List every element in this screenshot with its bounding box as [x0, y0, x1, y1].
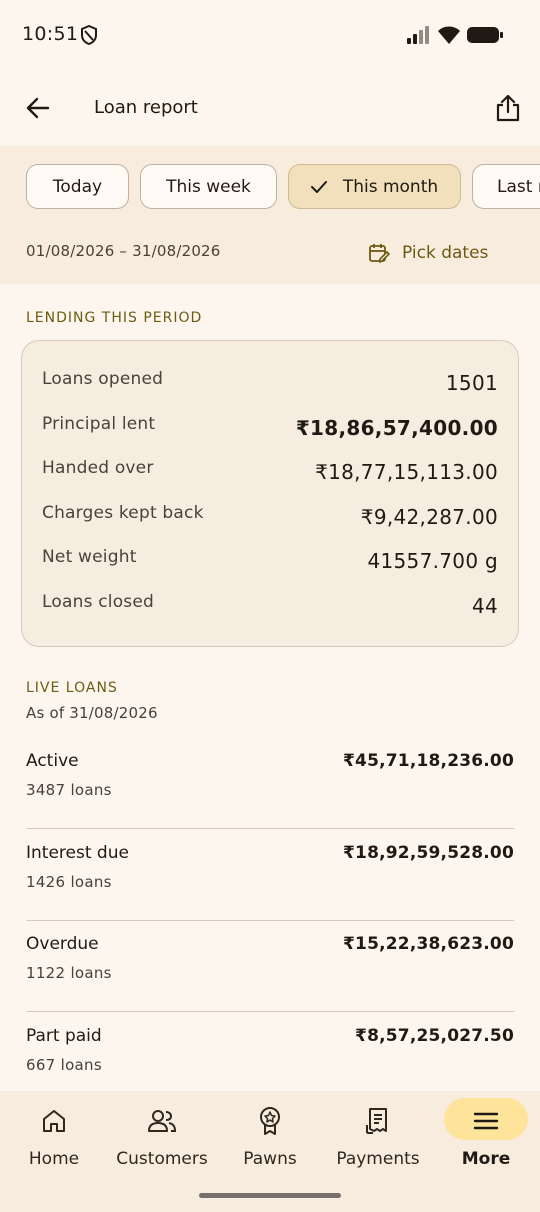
shield-icon	[80, 24, 98, 46]
live-item-overdue[interactable]: Overdue 1122 loans ₹15,22,38,623.00	[26, 920, 514, 1012]
lend-row-loans-opened: Loans opened 1501	[42, 369, 498, 399]
wifi-icon	[437, 25, 461, 45]
as-of-date: As of 31/08/2026	[26, 704, 158, 722]
top-app-bar: Loan report	[0, 70, 540, 146]
live-item-label: Active	[26, 751, 79, 771]
live-item-active[interactable]: Active 3487 loans ₹45,71,18,236.00	[26, 737, 514, 829]
nav-item-more[interactable]: More	[432, 1091, 540, 1191]
receipt-icon	[362, 1105, 394, 1137]
chip-label: This month	[342, 176, 439, 197]
lend-label: Charges kept back	[42, 503, 204, 523]
nav-label: Pawns	[243, 1149, 297, 1169]
chip-label: Last m	[497, 176, 540, 197]
nav-label: Home	[28, 1149, 80, 1169]
lend-row-handed-over: Handed over ₹18,77,15,113.00	[42, 458, 498, 488]
chip-this-month[interactable]: This month	[288, 164, 461, 209]
live-item-amount: ₹8,57,25,027.50	[355, 1026, 514, 1046]
lending-section-header: LENDING THIS PERIOD	[26, 310, 203, 326]
chip-label: Today	[52, 176, 103, 197]
lend-value: ₹18,77,15,113.00	[315, 460, 498, 484]
pick-dates-button[interactable]: Pick dates	[368, 238, 488, 268]
pick-dates-label: Pick dates	[402, 243, 489, 263]
people-icon	[146, 1105, 178, 1137]
lend-label: Handed over	[42, 458, 154, 478]
live-item-amount: ₹15,22,38,623.00	[343, 934, 514, 954]
date-range-text: 01/08/2026 – 31/08/2026	[26, 242, 221, 260]
period-filter-panel: Today This week This month Last m 01/08/…	[0, 146, 540, 284]
battery-icon	[467, 26, 503, 44]
lend-label: Loans closed	[42, 592, 155, 612]
status-bar: 10:51	[0, 0, 540, 70]
status-time: 10:51	[22, 23, 79, 45]
live-item-amount: ₹18,92,59,528.00	[343, 843, 514, 863]
lend-label: Loans opened	[42, 369, 164, 389]
nav-item-customers[interactable]: Customers	[108, 1091, 216, 1191]
chip-last-month[interactable]: Last m	[472, 164, 540, 209]
lend-value: 41557.700 g	[367, 549, 498, 573]
menu-icon	[470, 1105, 502, 1137]
page-title: Loan report	[94, 97, 198, 118]
calendar-edit-icon	[369, 244, 390, 264]
check-icon	[310, 180, 327, 194]
live-item-label: Interest due	[26, 843, 129, 863]
share-icon	[496, 94, 520, 122]
home-indicator[interactable]	[199, 1193, 341, 1198]
home-icon	[38, 1105, 70, 1137]
live-item-amount: ₹45,71,18,236.00	[343, 751, 514, 771]
live-item-interest-due[interactable]: Interest due 1426 loans ₹18,92,59,528.00	[26, 829, 514, 921]
chip-this-week[interactable]: This week	[140, 164, 277, 209]
signal-icon	[406, 26, 432, 44]
lend-value: ₹18,86,57,400.00	[295, 416, 498, 440]
nav-label: Customers	[116, 1149, 208, 1169]
live-item-label: Overdue	[26, 934, 99, 954]
lend-label: Principal lent	[42, 414, 156, 434]
live-item-count: 667 loans	[26, 1056, 102, 1074]
nav-item-pawns[interactable]: Pawns	[216, 1091, 324, 1191]
live-item-count: 1426 loans	[26, 873, 112, 891]
lend-row-charges-kept-back: Charges kept back ₹9,42,287.00	[42, 503, 498, 533]
live-item-count: 3487 loans	[26, 781, 112, 799]
nav-label: More	[461, 1149, 511, 1169]
chip-label: This week	[166, 176, 251, 197]
nav-label: Payments	[336, 1149, 420, 1169]
chip-today[interactable]: Today	[26, 164, 129, 209]
lend-value: ₹9,42,287.00	[360, 505, 498, 529]
share-button[interactable]	[488, 88, 528, 128]
live-loans-section-header: LIVE LOANS	[26, 680, 118, 696]
live-item-label: Part paid	[26, 1026, 102, 1046]
lend-row-principal-lent: Principal lent ₹18,86,57,400.00	[42, 414, 498, 444]
badge-icon	[254, 1105, 286, 1137]
nav-item-home[interactable]: Home	[0, 1091, 108, 1191]
arrow-left-icon	[26, 97, 50, 119]
lend-value: 44	[471, 594, 498, 618]
back-button[interactable]	[18, 88, 58, 128]
nav-item-payments[interactable]: Payments	[324, 1091, 432, 1191]
lend-label: Net weight	[42, 547, 137, 567]
lend-row-net-weight: Net weight 41557.700 g	[42, 547, 498, 577]
lending-summary-card: Loans opened 1501 Principal lent ₹18,86,…	[21, 340, 519, 647]
live-item-count: 1122 loans	[26, 964, 112, 982]
lend-value: 1501	[445, 371, 498, 395]
lend-row-loans-closed: Loans closed 44	[42, 592, 498, 622]
